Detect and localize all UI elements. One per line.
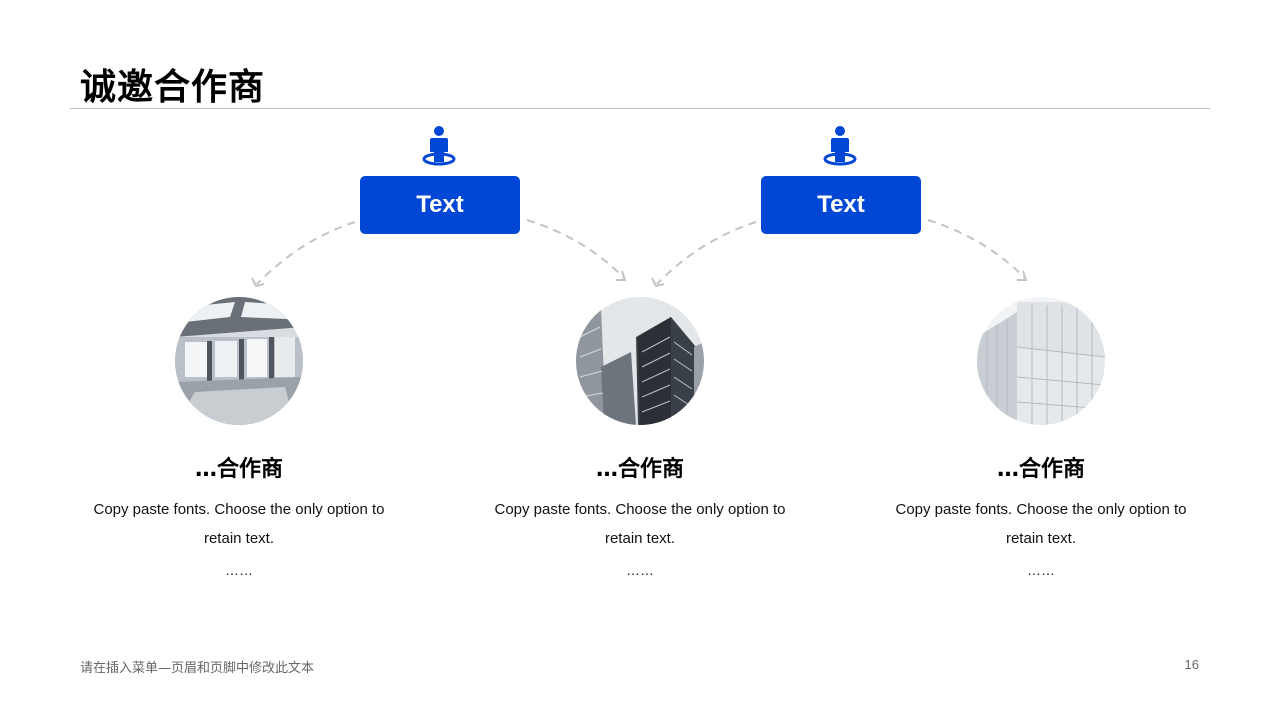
node-label: Text [817, 191, 865, 218]
arrow-right-1 [526, 219, 625, 279]
page-title: 诚邀合作商 [80, 67, 266, 108]
white-facade-building-photo [977, 297, 1105, 425]
node-box-1: Text [360, 176, 520, 234]
partner-description: Copy paste fonts. Choose the only option… [895, 501, 1187, 547]
arrow-left-1 [256, 221, 356, 285]
interior-glass-building-photo [175, 297, 303, 425]
partner-title: …合作商 [595, 457, 684, 482]
footer-note: 请在插入菜单—页眉和页脚中修改此文本 [80, 661, 315, 676]
partner-ellipsis: …… [225, 562, 253, 578]
partner-title: …合作商 [194, 457, 283, 482]
partner-title: …合作商 [996, 457, 1085, 482]
partner-ellipsis: …… [1027, 562, 1055, 578]
person-on-pin-icon [421, 125, 457, 167]
page-number: 16 [1184, 657, 1199, 672]
partner-ellipsis: …… [626, 562, 654, 578]
arrow-left-2 [656, 221, 757, 285]
title-divider [70, 108, 1210, 109]
node-box-2: Text [761, 176, 921, 234]
person-on-pin-icon [822, 125, 858, 167]
node-label: Text [416, 191, 464, 218]
skyscrapers-photo [576, 297, 704, 425]
arrow-right-2 [927, 219, 1026, 279]
partner-description: Copy paste fonts. Choose the only option… [494, 501, 786, 547]
partner-description: Copy paste fonts. Choose the only option… [93, 501, 385, 547]
